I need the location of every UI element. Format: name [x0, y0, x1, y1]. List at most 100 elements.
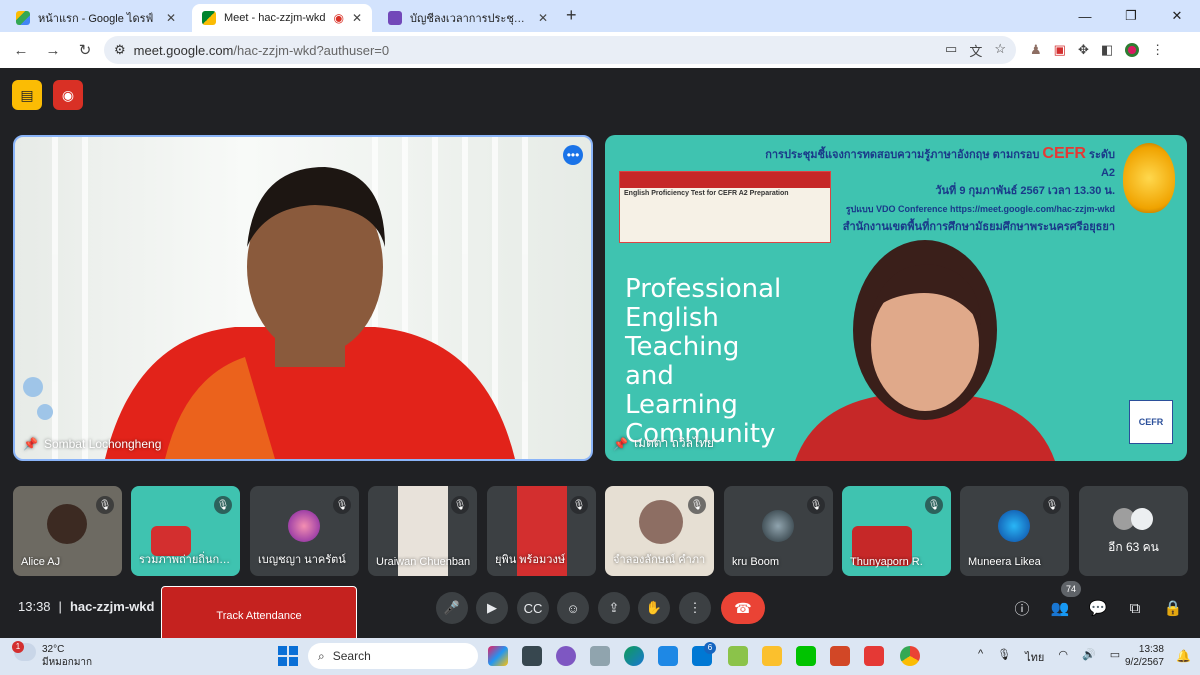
forward-icon[interactable]: →	[40, 37, 66, 63]
meeting-info-icon[interactable]: ⓘ	[1011, 597, 1033, 619]
notification-bell-icon[interactable]: 🔔	[1176, 649, 1191, 663]
participant-thumbnail[interactable]: 🎙 kru Boom	[724, 486, 833, 576]
camera-icon[interactable]: ▶	[476, 592, 508, 624]
end-call-button[interactable]: ☎	[721, 592, 765, 624]
pin-icon[interactable]: 📌	[613, 437, 628, 451]
participant-thumbnail[interactable]: 🎙 จำลองลักษณ์ คำภา	[605, 486, 714, 576]
mail-icon[interactable]: 6	[692, 642, 716, 666]
more-options-icon[interactable]: ⋮	[679, 592, 711, 624]
browser-toolbar: ← → ↻ ⚙ meet.google.com/hac-zzjm-wkd?aut…	[0, 32, 1200, 68]
translate-icon[interactable]: 文	[969, 41, 982, 60]
back-icon[interactable]: ←	[8, 37, 34, 63]
system-clock[interactable]: 13:38 9/2/2567	[1125, 643, 1164, 669]
participant-thumbnail[interactable]: 🎙 Muneera Likea	[960, 486, 1069, 576]
participant-name-label: Uraiwan Chuenban	[376, 556, 471, 568]
reload-icon[interactable]: ↻	[72, 37, 98, 63]
battery-icon[interactable]: ▭	[1110, 648, 1120, 666]
snipping-tool-icon[interactable]	[728, 646, 748, 666]
people-icon[interactable]: 👥	[1049, 597, 1071, 619]
input-language[interactable]: ไทย	[1025, 648, 1044, 666]
windows-start-icon[interactable]	[278, 646, 298, 666]
participant-avatar	[998, 510, 1030, 542]
mic-off-icon: 🎙	[96, 496, 114, 514]
side-panel-icon[interactable]: ◧	[1101, 42, 1113, 58]
weather-widget[interactable]: 1 32°C มีหมอกมาก	[12, 641, 92, 669]
participant-thumbnail[interactable]: 🎙 ยุพิน พร้อมวงษ์	[487, 486, 596, 576]
host-controls-icon[interactable]: 🔒	[1162, 597, 1184, 619]
participant-thumbnail[interactable]: 🎙 Thunyaporn R.	[842, 486, 951, 576]
close-window-icon[interactable]: ✕	[1154, 0, 1200, 32]
mic-off-icon: 🎙	[688, 496, 706, 514]
close-tab-icon[interactable]: ✕	[538, 11, 548, 25]
mic-off-icon: 🎙	[333, 496, 351, 514]
copilot-icon[interactable]	[488, 646, 508, 666]
participant-thumbnail[interactable]: 🎙 รวมภาพถ่ายถิ่นกองการศึกษา	[131, 486, 240, 576]
chevron-up-icon[interactable]: ^	[978, 648, 983, 666]
site-info-icon[interactable]: ⚙	[114, 42, 126, 58]
task-view-icon[interactable]	[522, 646, 542, 666]
activities-icon[interactable]: ⧉	[1124, 597, 1146, 619]
participant-video	[47, 504, 87, 544]
tab-google-drive[interactable]: หน้าแรก - Google ไดรฟ์ ✕	[6, 4, 186, 32]
participant-name-label: จำลองลักษณ์ คำภา	[613, 554, 706, 566]
word-icon[interactable]	[658, 646, 678, 666]
file-explorer-icon[interactable]	[762, 646, 782, 666]
google-forms-icon	[388, 11, 402, 25]
chrome-icon[interactable]	[900, 646, 920, 666]
minimize-icon[interactable]: —	[1062, 0, 1108, 32]
powerpoint-icon[interactable]	[830, 646, 850, 666]
close-tab-icon[interactable]: ✕	[166, 11, 176, 25]
participant-avatar	[1131, 508, 1153, 530]
profile-avatar[interactable]	[1125, 43, 1140, 57]
tab-attendance-form[interactable]: บัญชีลงเวลาการประชุมสอบ CEFR ปีงบ ✕	[378, 4, 558, 32]
microphone-icon[interactable]: 🎙	[997, 648, 1011, 666]
raise-hand-icon[interactable]: ✋	[638, 592, 670, 624]
bookmark-star-icon[interactable]: ☆	[994, 41, 1006, 60]
close-tab-icon[interactable]: ✕	[352, 11, 362, 25]
captions-off-indicator-icon[interactable]: ▤	[12, 80, 42, 110]
more-participants-tile[interactable]: อีก 63 คน	[1079, 486, 1188, 576]
edge-browser-icon[interactable]	[624, 646, 644, 666]
school-emblem-logo	[1123, 143, 1175, 213]
volume-icon[interactable]: 🔊	[1082, 648, 1096, 666]
participant-thumbnail[interactable]: 🎙 Uraiwan Chuenban	[368, 486, 477, 576]
mic-off-icon: 🎙	[214, 496, 232, 514]
microphone-icon[interactable]: 🎤	[436, 592, 468, 624]
more-options-icon[interactable]: •••	[563, 145, 583, 165]
url-text[interactable]: meet.google.com/hac-zzjm-wkd?authuser=0	[134, 43, 937, 58]
participant-thumbnail[interactable]: 🎙 เบญชญา นาครัตน์	[250, 486, 359, 576]
participant-tile-presenter[interactable]: การประชุมชี้แจงการทดสอบความรู้ภาษาอังกฤษ…	[605, 135, 1187, 461]
chat-app-icon[interactable]	[556, 646, 576, 666]
participant-name-label: Alice AJ	[21, 556, 61, 568]
puzzle-extensions-icon[interactable]: ✥	[1078, 42, 1089, 58]
track-attendance-button[interactable]: Track Attendance	[161, 586, 357, 645]
restore-icon[interactable]: ❐	[1108, 0, 1154, 32]
extension-icon[interactable]: ♟	[1030, 42, 1042, 58]
tab-google-meet[interactable]: Meet - hac-zzjm-wkd ◉ ✕	[192, 4, 372, 32]
participant-tile-main[interactable]: ••• 📌 Sombat Lochongheng	[13, 135, 593, 461]
participant-count-badge: 74	[1061, 581, 1081, 597]
captions-icon[interactable]: CC	[517, 592, 549, 624]
recording-indicator-icon[interactable]: ◉	[53, 80, 83, 110]
participant-name-label: Thunyaporn R.	[850, 556, 923, 568]
extension-icon[interactable]: ▣	[1054, 42, 1066, 58]
new-tab-icon[interactable]: +	[566, 5, 577, 26]
taskbar-search[interactable]: ⌕ Search	[308, 643, 478, 669]
participant-thumbnail[interactable]: 🎙 Alice AJ	[13, 486, 122, 576]
pin-icon[interactable]: 📌	[23, 437, 38, 451]
chat-icon[interactable]: 💬	[1087, 597, 1109, 619]
participant-name-label: 📌 เมตตา ถวิลไทย	[613, 436, 714, 451]
camera-permission-icon[interactable]: ▭	[945, 41, 957, 60]
participant-avatar	[762, 510, 794, 542]
camera-app-icon[interactable]	[590, 646, 610, 666]
present-screen-icon[interactable]: ⇪	[598, 592, 630, 624]
emoji-reaction-icon[interactable]: ☺	[557, 592, 589, 624]
wifi-icon[interactable]: ◠	[1058, 648, 1068, 666]
meet-control-bar: 13:38 | hac-zzjm-wkd Track Attendance 🎤 …	[0, 576, 1200, 645]
acrobat-icon[interactable]	[864, 646, 884, 666]
line-app-icon[interactable]	[796, 646, 816, 666]
chrome-menu-icon[interactable]: ⋮	[1151, 42, 1164, 58]
address-bar[interactable]: ⚙ meet.google.com/hac-zzjm-wkd?authuser=…	[104, 36, 1016, 64]
weather-icon: 1	[12, 641, 36, 661]
cefr-badge-logo: CEFR	[1129, 400, 1173, 444]
